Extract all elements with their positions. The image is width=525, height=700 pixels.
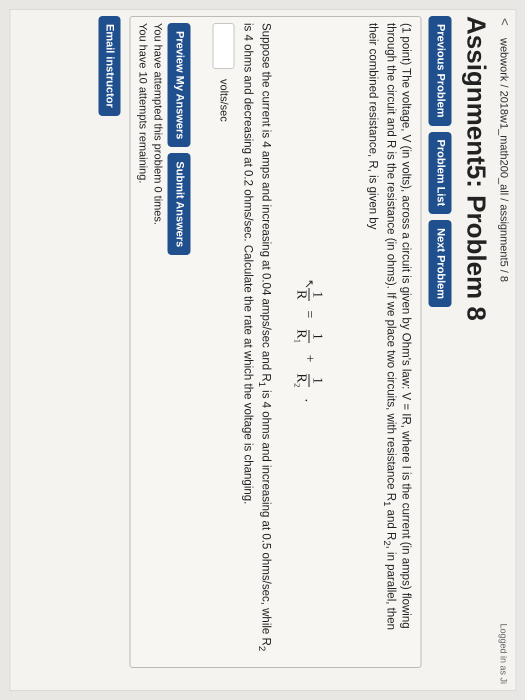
email-instructor-button[interactable]: Email instructor bbox=[98, 16, 120, 116]
denominator: R₁ bbox=[293, 329, 308, 344]
numerator: 1 bbox=[308, 288, 324, 302]
previous-problem-button[interactable]: Previous Problem bbox=[428, 16, 451, 126]
answer-actions: Preview My Answers Submit Answers bbox=[167, 23, 190, 256]
problem-intro: (1 point) The voltage, V (in volts), acr… bbox=[364, 23, 412, 655]
plus-sign: + bbox=[301, 354, 317, 363]
fraction-1-over-R: 1 R bbox=[293, 287, 324, 302]
webwork-page: < webwork / 2018w1_math200_all / assignm… bbox=[10, 10, 515, 690]
equals-sign: = bbox=[301, 310, 317, 319]
question-text-b: is 4 ohms and increasing at 0.5 ohms/sec… bbox=[259, 386, 271, 646]
top-bar: < webwork / 2018w1_math200_all / assignm… bbox=[493, 10, 515, 690]
question-text-a: Suppose the current is 4 amps and increa… bbox=[259, 23, 271, 382]
attempts-info: You have attempted this problem 0 times.… bbox=[134, 23, 164, 225]
attempts-made: You have attempted this problem 0 times. bbox=[151, 23, 163, 225]
back-arrow-icon[interactable]: < bbox=[497, 18, 512, 26]
formula-period: . bbox=[301, 398, 317, 403]
denominator: R bbox=[293, 290, 308, 300]
fraction-1-over-R2: 1 R₂ bbox=[293, 370, 324, 390]
intro-text-b: and R bbox=[384, 506, 396, 541]
resistance-formula: 1 R = 1 R₁ + 1 R₂ . bbox=[293, 287, 324, 402]
question-subscript-2: 2 bbox=[255, 645, 267, 652]
problem-question: Suppose the current is 4 amps and increa… bbox=[239, 23, 272, 655]
logged-in-status: Logged in as Ji bbox=[498, 623, 508, 684]
attempts-remaining: You have 10 attempts remaining. bbox=[136, 23, 148, 184]
email-instructor-wrapper: Email instructor bbox=[98, 16, 120, 116]
problem-list-button[interactable]: Problem List bbox=[428, 131, 451, 215]
next-problem-button[interactable]: Next Problem bbox=[428, 220, 451, 308]
question-text-c: is 4 ohms and decreasing at 0.2 ohms/sec… bbox=[240, 23, 253, 505]
numerator: 1 bbox=[308, 329, 324, 343]
problem-box: (1 point) The voltage, V (in volts), acr… bbox=[129, 16, 421, 668]
fraction-1-over-R1: 1 R₁ bbox=[293, 326, 324, 346]
photo-stage: < webwork / 2018w1_math200_all / assignm… bbox=[0, 0, 525, 700]
breadcrumb[interactable]: webwork / 2018w1_math200_all / assignmen… bbox=[497, 38, 509, 282]
numerator: 1 bbox=[308, 373, 324, 387]
preview-answers-button[interactable]: Preview My Answers bbox=[167, 23, 190, 148]
submit-answers-button[interactable]: Submit Answers bbox=[167, 153, 190, 256]
problem-nav: Previous Problem Problem List Next Probl… bbox=[428, 16, 451, 308]
answer-units: volts/sec bbox=[217, 79, 229, 122]
denominator: R₂ bbox=[293, 373, 308, 388]
page-title: Assignment5: Problem 8 bbox=[461, 16, 491, 321]
answer-input[interactable] bbox=[212, 23, 234, 69]
